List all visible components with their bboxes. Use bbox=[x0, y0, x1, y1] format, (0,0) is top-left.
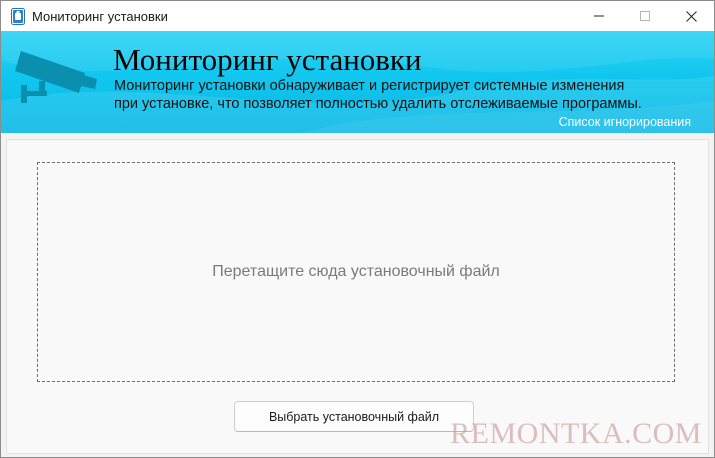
close-icon bbox=[685, 10, 697, 22]
drop-zone-hint: Перетащите сюда установочный файл bbox=[212, 263, 500, 280]
banner-title: Мониторинг установки bbox=[113, 42, 422, 77]
title-bar[interactable]: Мониторинг установки bbox=[1, 1, 714, 31]
ignore-list-link[interactable]: Список игнорирования bbox=[559, 115, 691, 129]
security-camera-icon bbox=[15, 51, 97, 103]
maximize-icon bbox=[640, 11, 650, 21]
file-drop-zone[interactable]: Перетащите сюда установочный файл bbox=[37, 162, 675, 382]
banner-description: Мониторинг установки обнаруживает и реги… bbox=[114, 77, 704, 113]
minimize-icon bbox=[594, 15, 604, 17]
header-banner: Мониторинг установки Мониторинг установк… bbox=[1, 31, 714, 133]
main-panel: Перетащите сюда установочный файл Выбрат… bbox=[6, 139, 709, 454]
select-installer-button[interactable]: Выбрать установочный файл bbox=[234, 401, 474, 432]
window-title: Мониторинг установки bbox=[32, 9, 168, 24]
maximize-button[interactable] bbox=[622, 1, 668, 31]
banner-description-line: Мониторинг установки обнаруживает и реги… bbox=[114, 78, 625, 94]
app-window: Мониторинг установки Мониторинг установк… bbox=[0, 0, 715, 458]
close-button[interactable] bbox=[668, 1, 714, 31]
minimize-button[interactable] bbox=[576, 1, 622, 31]
banner-description-line: при установке, что позволяет полностью у… bbox=[114, 96, 642, 112]
app-icon bbox=[11, 8, 25, 25]
